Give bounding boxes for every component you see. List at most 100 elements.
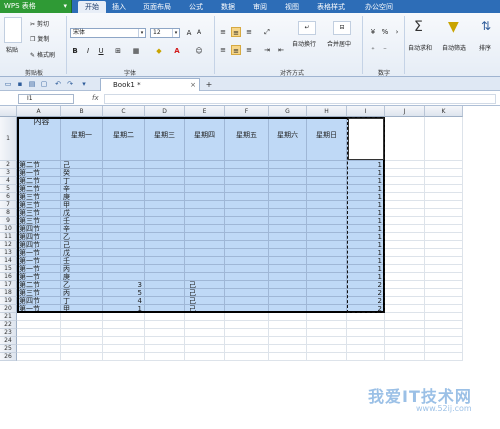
grid-cell[interactable] [269,233,307,241]
grid-cell[interactable] [425,217,463,225]
grid-cell[interactable]: 丙 [61,265,103,273]
column-header-g[interactable]: G [269,106,307,117]
grid-cell[interactable] [425,297,463,305]
grid-cell[interactable] [103,257,145,265]
grid-cell[interactable] [269,161,307,169]
grid-cell[interactable] [61,337,103,345]
row-header[interactable]: 20 [0,305,17,313]
row-header[interactable]: 1 [0,117,17,161]
grid-cell[interactable] [185,161,225,169]
grid-cell[interactable]: 第二节 [17,177,61,185]
spreadsheet-grid[interactable]: A B C D E F G H I J K 1 2 3 4 5 6 7 8 9 10 11 12 13 14 15 16 17 18 19… [0,106,500,429]
grid-cell[interactable] [385,281,425,289]
grid-cell[interactable]: 星期日 [307,117,347,161]
grid-cell[interactable] [385,117,425,161]
grid-cell[interactable] [185,313,225,321]
grid-cell[interactable] [225,185,269,193]
indent-icon[interactable]: ⇥ [262,45,272,55]
grid-cell[interactable] [145,281,185,289]
grid-cell[interactable] [225,161,269,169]
grid-cell[interactable]: 己 [185,289,225,297]
grid-cell[interactable] [103,249,145,257]
grid-cell[interactable] [425,117,463,161]
row-header[interactable]: 23 [0,329,17,337]
open-folder-icon[interactable]: ▭ [4,80,12,88]
grid-cell[interactable] [145,257,185,265]
grid-cell[interactable] [307,313,347,321]
grid-cell[interactable] [103,233,145,241]
grid-cell[interactable]: 星期四 [185,117,225,161]
document-tab[interactable]: Book1 * × [100,78,200,91]
grid-cell[interactable] [385,217,425,225]
grid-cell[interactable] [145,169,185,177]
grid-cell[interactable] [385,273,425,281]
grid-cell[interactable] [269,297,307,305]
grid-cell[interactable]: 第三节 [17,217,61,225]
merge-center-button[interactable]: 合并居中 [327,39,351,48]
grid-cell[interactable] [385,177,425,185]
grid-cell[interactable] [385,185,425,193]
grid-cell[interactable] [307,329,347,337]
grid-cell[interactable] [225,177,269,185]
comma-icon[interactable]: › [392,27,402,37]
align-right-icon[interactable]: ≡ [244,45,254,55]
grid-cell[interactable] [307,281,347,289]
percent-button[interactable]: % [380,27,390,37]
grid-cell[interactable] [145,265,185,273]
grid-cell[interactable] [103,241,145,249]
grid-cell[interactable]: 1 [103,305,145,313]
close-icon[interactable]: × [190,79,196,91]
grid-cell[interactable] [103,265,145,273]
grid-cell[interactable] [425,193,463,201]
grid-cell[interactable] [225,337,269,345]
grid-cell[interactable] [425,169,463,177]
grid-cell[interactable] [103,161,145,169]
grid-cell[interactable] [269,281,307,289]
grid-cell[interactable]: 壬 [61,257,103,265]
grid-cell[interactable] [385,241,425,249]
active-cell[interactable] [348,118,384,160]
grid-cell[interactable]: 1 [347,257,385,265]
grid-cell[interactable] [17,313,61,321]
tab-office-space[interactable]: 办公空间 [362,1,396,13]
merge-cells-icon[interactable]: ▦ [131,46,141,56]
align-left-icon[interactable]: ≡ [218,45,228,55]
grid-cell[interactable] [307,337,347,345]
grid-cell[interactable]: 1 [347,161,385,169]
grid-cell[interactable] [103,193,145,201]
wrap-text-button[interactable]: 自动换行 [292,39,316,48]
tab-view[interactable]: 视图 [282,1,302,13]
grid-cell[interactable] [269,217,307,225]
sort-button[interactable]: 排序 [479,43,491,52]
grid-cell[interactable] [185,225,225,233]
tab-formulas[interactable]: 公式 [186,1,206,13]
grid-cell[interactable]: 1 [347,265,385,273]
grid-cell[interactable] [307,353,347,361]
grid-cell[interactable]: 1 [347,233,385,241]
grid-cell[interactable] [103,177,145,185]
row-header[interactable]: 22 [0,321,17,329]
grid-cell[interactable] [225,281,269,289]
grid-cell[interactable] [269,185,307,193]
grid-cell[interactable] [225,241,269,249]
column-header-f[interactable]: F [225,106,269,117]
redo-icon[interactable]: ↷ [66,80,74,88]
grid-cell[interactable] [185,217,225,225]
grid-cell[interactable] [61,353,103,361]
grid-cell[interactable] [103,169,145,177]
grid-cell[interactable] [103,225,145,233]
row-header[interactable]: 18 [0,289,17,297]
grid-cell[interactable] [425,321,463,329]
grid-cell[interactable]: 星期五 [225,117,269,161]
grid-cell[interactable] [269,177,307,185]
align-middle-icon[interactable]: ≡ [231,27,241,37]
italic-icon[interactable]: I [83,46,93,56]
grid-cell[interactable] [307,233,347,241]
row-header[interactable]: 7 [0,201,17,209]
row-header[interactable]: 12 [0,241,17,249]
grid-cell[interactable] [185,353,225,361]
grid-cell[interactable]: 第二节 [17,185,61,193]
grid-cell[interactable] [145,345,185,353]
grid-cell[interactable] [17,321,61,329]
grid-cell[interactable] [269,337,307,345]
